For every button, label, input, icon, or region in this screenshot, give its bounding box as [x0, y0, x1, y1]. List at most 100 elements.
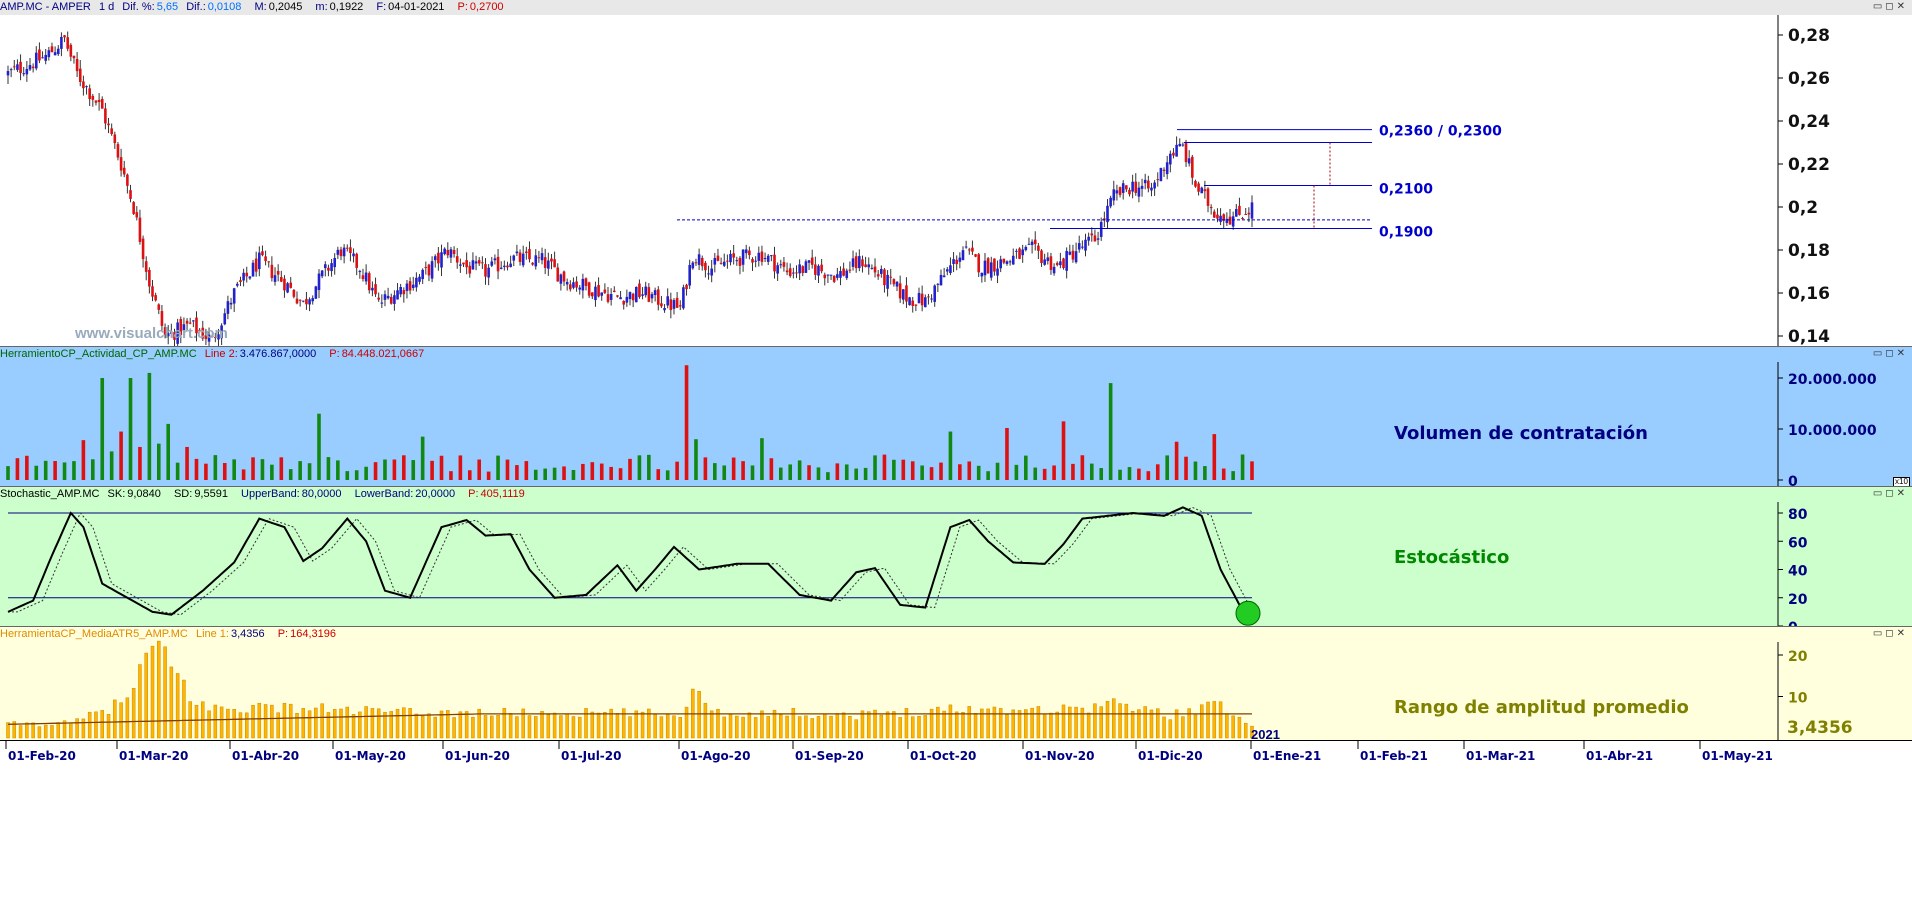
volume-bar	[807, 465, 811, 480]
candle-body	[537, 257, 541, 259]
candle-body	[41, 57, 44, 59]
candle-body	[345, 247, 349, 249]
atr-bar	[1099, 706, 1103, 739]
atr-bar	[433, 716, 437, 739]
volume-bar	[100, 378, 105, 480]
atr-bar	[106, 714, 111, 739]
candle-body	[1068, 251, 1072, 255]
atr-bar	[508, 713, 513, 739]
volume-bar	[863, 467, 868, 480]
atr-bar	[144, 652, 148, 739]
candle-body	[1159, 167, 1163, 182]
candle-body	[735, 260, 739, 262]
price-pane[interactable]: AMP.MC - AMPER 1 d Dif. %: 5,65 Dif.: 0,01…	[0, 0, 1912, 346]
candle-body	[820, 264, 823, 272]
candle-body	[1021, 249, 1024, 256]
candle-body	[587, 282, 591, 296]
candle-body	[653, 290, 657, 296]
volume-bar	[590, 462, 595, 480]
candle-body	[927, 296, 930, 298]
candle-body	[110, 128, 113, 134]
atr-bar	[1130, 710, 1135, 739]
volume-bar	[1061, 421, 1066, 480]
candle-body	[415, 277, 418, 288]
atr-bar	[270, 704, 274, 739]
atr-bar	[534, 716, 538, 739]
atr-bar	[785, 715, 789, 739]
volume-pane[interactable]: HerramientoCP_Actividad_CP_AMP.MC Line 2…	[0, 346, 1912, 487]
stoch-y-tick-label: 60	[1788, 535, 1808, 551]
atr-bar	[823, 713, 827, 739]
candle-body	[63, 35, 66, 38]
candle-body	[19, 61, 22, 73]
atr-bar	[816, 716, 821, 739]
volume-bar	[496, 455, 500, 480]
candle-body	[974, 254, 977, 257]
atr-bar	[125, 697, 130, 739]
volume-bar	[392, 459, 397, 480]
candle-body	[886, 274, 889, 289]
candle-body	[248, 276, 252, 279]
volume-y-tick-label: 20.000.000	[1788, 372, 1877, 388]
candle-body	[814, 264, 817, 275]
candle-body	[421, 269, 424, 280]
stoch-y-tick-label: 20	[1788, 592, 1808, 608]
atr-bar	[967, 706, 972, 739]
candle-body	[1071, 250, 1075, 260]
atr-bar	[684, 706, 689, 739]
volume-bar	[760, 438, 764, 480]
candle-body	[1043, 259, 1046, 265]
volume-bar	[826, 472, 830, 480]
candle-body	[603, 289, 607, 293]
candle-body	[663, 308, 666, 311]
stoch-pane[interactable]: Stochastic_AMP.MC SK: 9,0840 SD: 9,5591 Up…	[0, 486, 1912, 627]
volume-bar	[1203, 466, 1207, 480]
candle-body	[148, 269, 151, 287]
candle-body	[126, 174, 129, 186]
volume-bar	[317, 413, 321, 480]
candle-body	[1112, 189, 1116, 201]
volume-bar	[581, 463, 585, 480]
candle-body	[829, 274, 833, 276]
candle-body	[581, 278, 585, 291]
candle-body	[1093, 235, 1097, 242]
price-y-tick-label: 0,24	[1788, 112, 1830, 132]
candle-body	[958, 257, 962, 262]
candle-body	[685, 284, 688, 290]
candle-body	[1002, 258, 1006, 263]
candle-body	[955, 259, 959, 265]
volume-bar	[354, 470, 359, 480]
candle-body	[1087, 236, 1090, 241]
atr-pane[interactable]: HerramientaCP_MediaATR5_AMP.MC Line 1: 3,…	[0, 626, 1912, 741]
stochastic-chart: 806040200	[7, 502, 1808, 627]
date-tick-label: 01-Dic-20	[1138, 749, 1203, 763]
candle-body	[858, 256, 861, 269]
candle-body	[1234, 209, 1238, 217]
date-tick-label: 01-Sep-20	[795, 749, 864, 763]
candle-body	[1055, 262, 1059, 266]
atr-bar	[150, 645, 155, 739]
candle-body	[276, 271, 280, 275]
atr-bar	[1086, 712, 1091, 739]
volume-chart: 20.000.00010.000.0000	[6, 362, 1877, 487]
candle-body	[1134, 181, 1138, 193]
volume-bar	[420, 436, 425, 480]
candle-body	[961, 250, 965, 261]
atr-bar	[43, 724, 48, 739]
candle-body	[364, 272, 368, 282]
volume-bar	[1165, 455, 1169, 480]
candle-body	[1143, 179, 1147, 184]
candle-body	[465, 260, 468, 268]
atr-bar	[232, 708, 236, 739]
stoch-y-tick-label: 80	[1788, 507, 1808, 523]
candle-body	[1084, 239, 1087, 251]
candle-body	[1074, 251, 1078, 263]
candle-body	[82, 81, 85, 89]
atr-bar	[81, 718, 86, 739]
volume-bar	[185, 446, 189, 480]
candle-body	[707, 273, 710, 275]
candle-body	[713, 258, 717, 265]
candle-body	[160, 311, 164, 326]
candle-body	[1228, 216, 1232, 225]
atr-bar	[804, 715, 808, 739]
